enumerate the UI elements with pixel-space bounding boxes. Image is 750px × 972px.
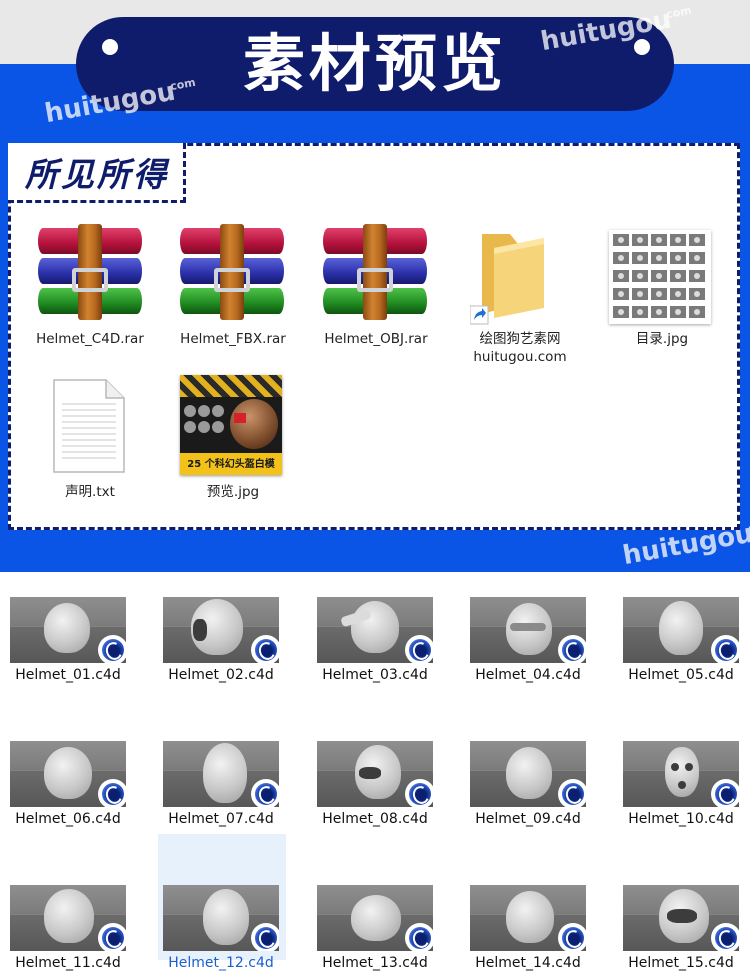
badge-label: 所见所得: [25, 155, 169, 194]
file-label-line2: huitugou.com: [473, 349, 567, 365]
file-label-line1: 绘图狗艺素网: [479, 331, 561, 347]
cinema4d-icon: [98, 635, 126, 663]
c4d-file-thumbnail[interactable]: [10, 741, 126, 807]
grid-file-label: Helmet_12.c4d: [168, 955, 274, 971]
c4d-file-thumbnail[interactable]: [317, 885, 433, 951]
grid-file-label: Helmet_06.c4d: [15, 811, 121, 827]
c4d-file-thumbnail[interactable]: [10, 885, 126, 951]
grid-file-label: Helmet_04.c4d: [475, 667, 581, 683]
c4d-file-thumbnail[interactable]: [470, 597, 586, 663]
c4d-file-thumbnail[interactable]: [623, 741, 739, 807]
c4d-file-thumbnail[interactable]: [163, 741, 279, 807]
grid-file-label: Helmet_05.c4d: [628, 667, 734, 683]
grid-file-label: Helmet_13.c4d: [322, 955, 428, 971]
c4d-file-thumbnail[interactable]: [317, 741, 433, 807]
preview-caption: 25 个科幻头盔白模: [187, 459, 275, 470]
cinema4d-icon: [251, 923, 279, 951]
winrar-archive-icon[interactable]: [38, 224, 142, 320]
cinema4d-icon: [251, 779, 279, 807]
grid-file-label: Helmet_15.c4d: [628, 955, 734, 971]
file-label: Helmet_FBX.rar: [180, 331, 286, 347]
grid-file-label: Helmet_10.c4d: [628, 811, 734, 827]
text-document-icon[interactable]: [52, 378, 126, 474]
file-label: 预览.jpg: [206, 484, 260, 500]
cinema4d-icon: [405, 779, 433, 807]
grid-file-label: Helmet_03.c4d: [322, 667, 428, 683]
cinema4d-icon: [711, 923, 739, 951]
image-thumbnail-icon[interactable]: [609, 230, 711, 324]
grid-file-label: Helmet_14.c4d: [475, 955, 581, 971]
file-label: 目录.jpg: [635, 331, 689, 347]
grid-file-label: Helmet_01.c4d: [15, 667, 121, 683]
cinema4d-icon: [405, 635, 433, 663]
grid-file-label: Helmet_09.c4d: [475, 811, 581, 827]
cinema4d-icon: [251, 635, 279, 663]
grid-file-label: Helmet_11.c4d: [15, 955, 121, 971]
winrar-archive-icon[interactable]: [323, 224, 427, 320]
cinema4d-icon: [98, 923, 126, 951]
c4d-file-thumbnail[interactable]: [623, 885, 739, 951]
cinema4d-icon: [558, 635, 586, 663]
cinema4d-icon: [711, 635, 739, 663]
image-thumbnail-icon[interactable]: 25 个科幻头盔白模: [180, 375, 282, 475]
folder-shortcut-icon[interactable]: [469, 230, 550, 326]
c4d-file-thumbnail[interactable]: [470, 741, 586, 807]
cinema4d-icon: [405, 923, 433, 951]
file-label: Helmet_OBJ.rar: [324, 331, 428, 347]
c4d-file-thumbnail-selected[interactable]: [163, 885, 279, 951]
c4d-file-thumbnail[interactable]: [623, 597, 739, 663]
c4d-file-thumbnail[interactable]: [163, 597, 279, 663]
cinema4d-icon: [98, 779, 126, 807]
grid-file-label: Helmet_07.c4d: [168, 811, 274, 827]
winrar-archive-icon[interactable]: [180, 224, 284, 320]
cinema4d-icon: [558, 923, 586, 951]
file-label: Helmet_C4D.rar: [36, 331, 144, 347]
grid-file-label: Helmet_08.c4d: [322, 811, 428, 827]
cinema4d-icon: [558, 779, 586, 807]
c4d-file-thumbnail[interactable]: [317, 597, 433, 663]
c4d-file-thumbnail[interactable]: [470, 885, 586, 951]
grid-file-label: Helmet_02.c4d: [168, 667, 274, 683]
c4d-file-thumbnail[interactable]: [10, 597, 126, 663]
cinema4d-icon: [711, 779, 739, 807]
file-label: 声明.txt: [65, 484, 115, 500]
